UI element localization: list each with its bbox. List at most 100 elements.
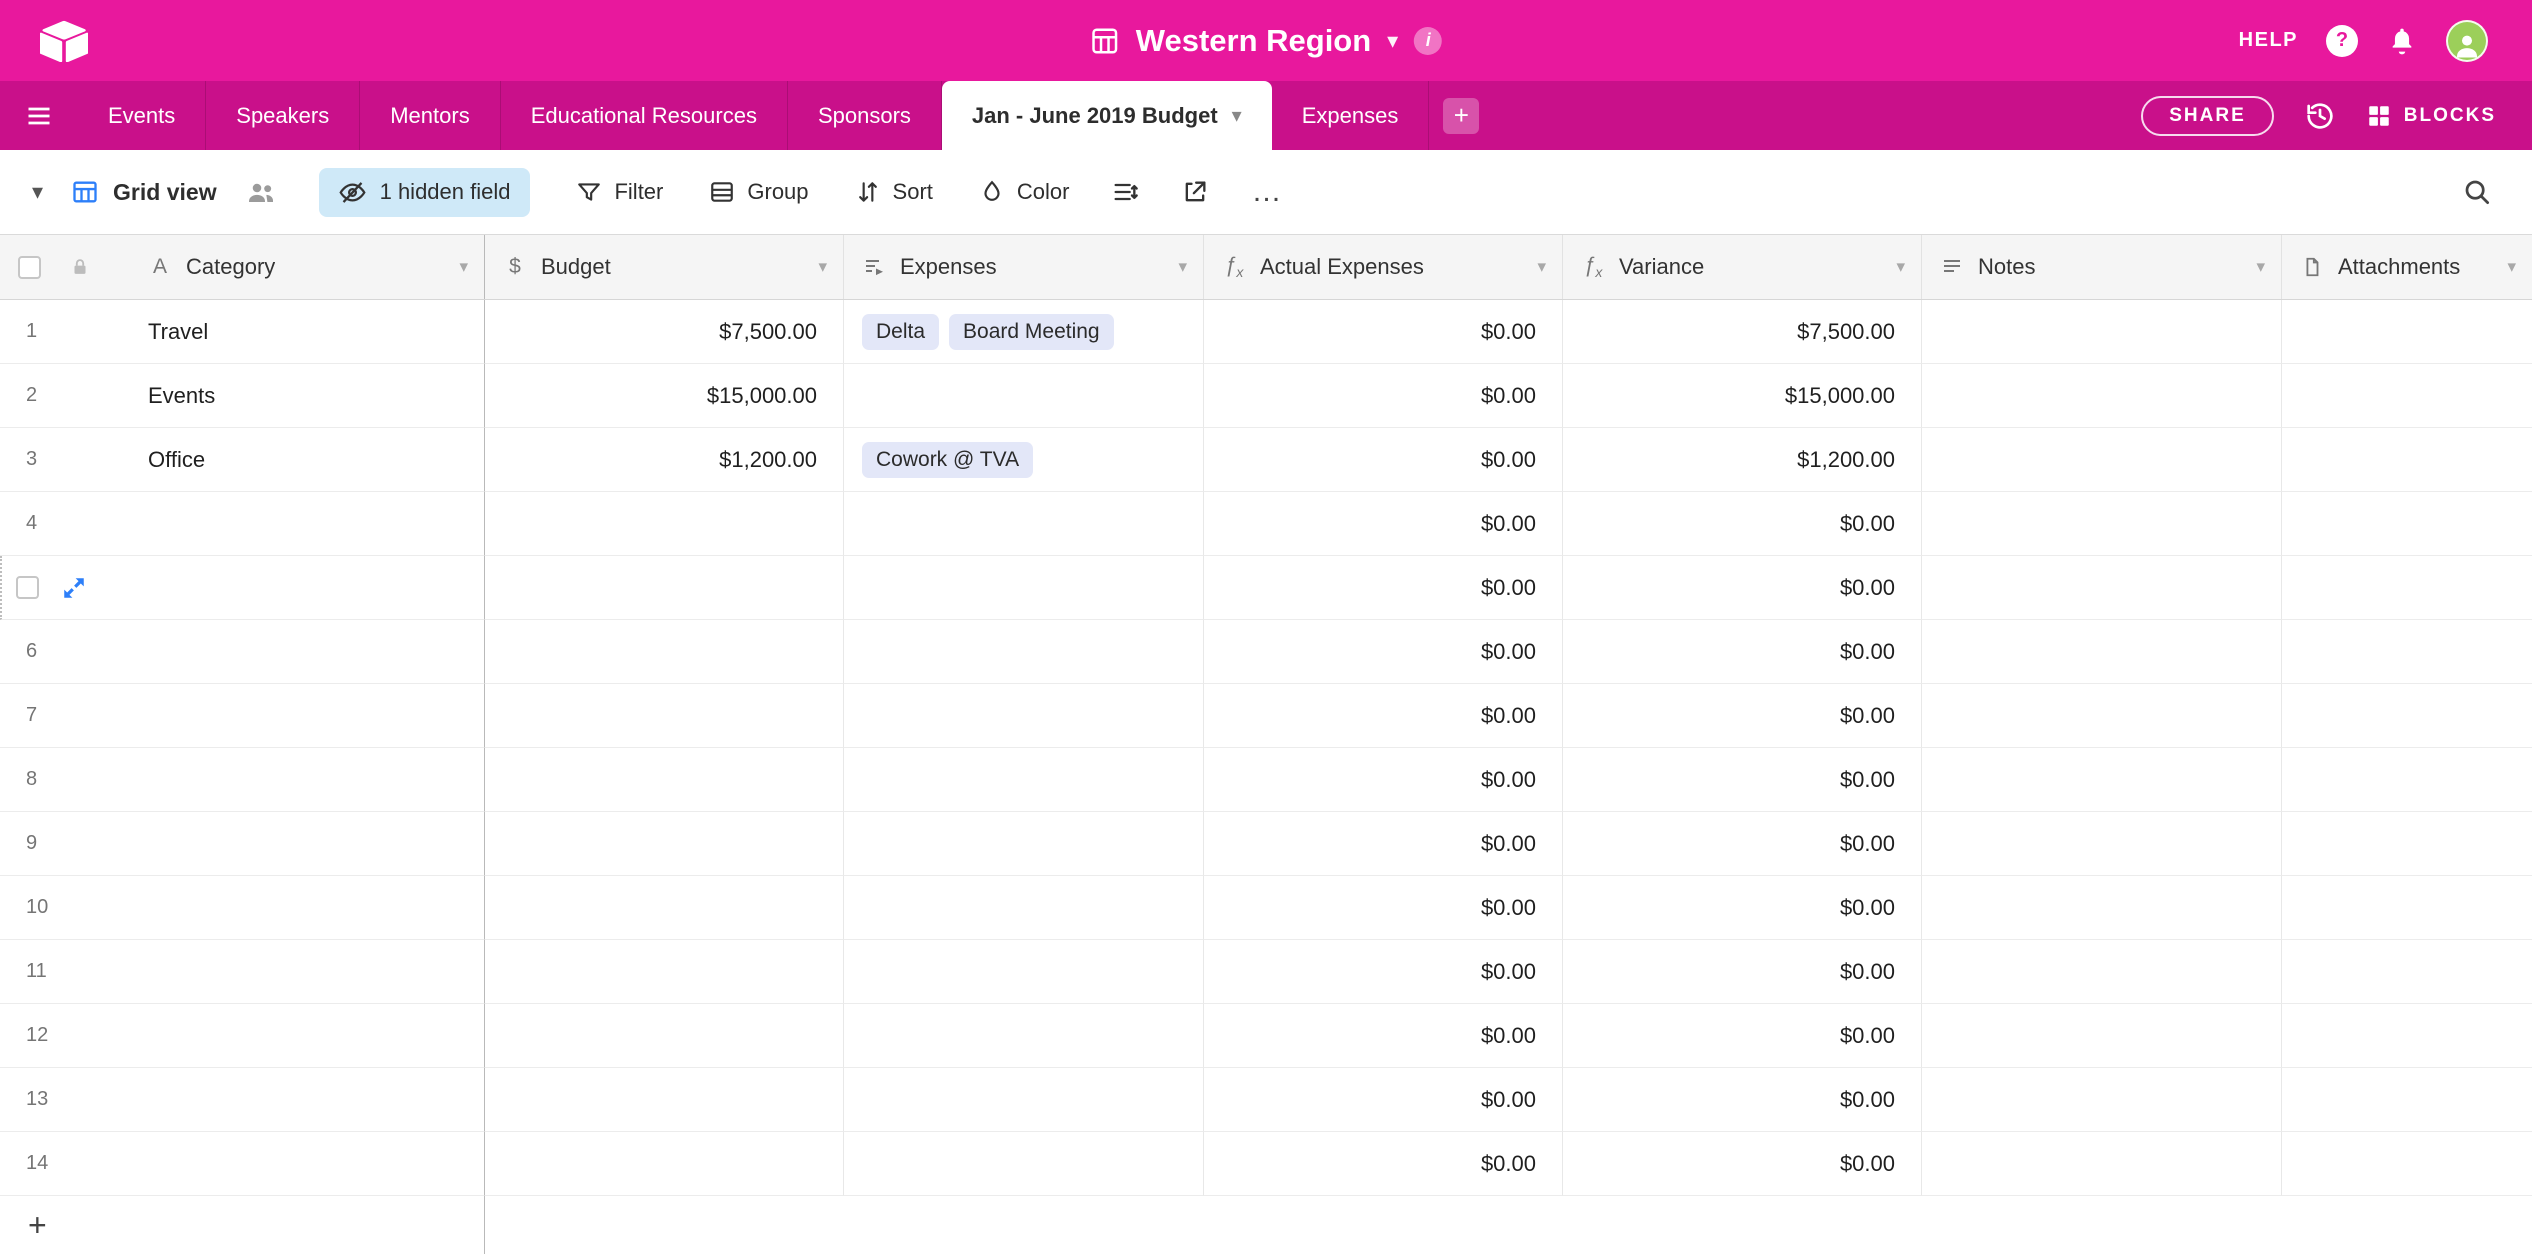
row-number-cell[interactable]: 2 (0, 364, 130, 428)
column-header-notes[interactable]: Notes▾ (1922, 235, 2282, 299)
cell-actual-expenses[interactable]: $0.00 (1204, 620, 1563, 684)
cell-expenses[interactable] (844, 684, 1204, 748)
share-view-icon[interactable] (1181, 178, 1209, 206)
filter-button[interactable]: Filter (576, 179, 663, 205)
cell-notes[interactable] (1922, 620, 2282, 684)
color-button[interactable]: Color (979, 179, 1070, 205)
cell-variance[interactable]: $0.00 (1563, 940, 1922, 1004)
cell-expenses[interactable] (844, 1132, 1204, 1196)
cell-variance[interactable]: $0.00 (1563, 684, 1922, 748)
cell-variance[interactable]: $15,000.00 (1563, 364, 1922, 428)
cell-expenses[interactable] (844, 1004, 1204, 1068)
cell-variance[interactable]: $7,500.00 (1563, 300, 1922, 364)
info-icon[interactable]: i (1414, 27, 1442, 55)
cell-expenses[interactable] (844, 748, 1204, 812)
cell-expenses[interactable]: Cowork @ TVA (844, 428, 1204, 492)
tab-speakers[interactable]: Speakers (206, 81, 360, 150)
hamburger-menu-icon[interactable] (0, 81, 78, 150)
cell-expenses[interactable] (844, 364, 1204, 428)
cell-budget[interactable] (485, 684, 844, 748)
row-checkbox[interactable] (16, 576, 39, 599)
bell-icon[interactable] (2386, 25, 2418, 57)
chevron-down-icon[interactable]: ▾ (1232, 103, 1242, 128)
cell-expenses[interactable] (844, 812, 1204, 876)
cell-expenses[interactable]: DeltaBoard Meeting (844, 300, 1204, 364)
cell-actual-expenses[interactable]: $0.00 (1204, 364, 1563, 428)
cell-budget[interactable] (485, 812, 844, 876)
cell-budget[interactable] (485, 556, 844, 620)
cell-category[interactable] (130, 812, 485, 876)
cell-budget[interactable] (485, 748, 844, 812)
linked-record-pill[interactable]: Cowork @ TVA (862, 442, 1033, 478)
cell-expenses[interactable] (844, 492, 1204, 556)
row-number-cell[interactable]: 13 (0, 1068, 130, 1132)
collaborators-icon[interactable] (245, 176, 277, 208)
cell-variance[interactable]: $0.00 (1563, 1004, 1922, 1068)
add-table-button[interactable]: + (1443, 81, 1479, 150)
view-switcher[interactable]: Grid view (71, 178, 217, 206)
cell-notes[interactable] (1922, 428, 2282, 492)
cell-category[interactable] (130, 1004, 485, 1068)
cell-attachments[interactable] (2282, 940, 2532, 1004)
chevron-down-icon[interactable]: ▾ (2499, 257, 2516, 277)
cell-actual-expenses[interactable]: $0.00 (1204, 492, 1563, 556)
cell-actual-expenses[interactable]: $0.00 (1204, 748, 1563, 812)
cell-expenses[interactable] (844, 556, 1204, 620)
column-header-variance[interactable]: ƒxVariance▾ (1563, 235, 1922, 299)
cell-attachments[interactable] (2282, 556, 2532, 620)
cell-expenses[interactable] (844, 876, 1204, 940)
cell-budget[interactable]: $15,000.00 (485, 364, 844, 428)
cell-variance[interactable]: $0.00 (1563, 812, 1922, 876)
row-number-cell[interactable] (0, 556, 130, 620)
column-header-expenses[interactable]: Expenses▾ (844, 235, 1204, 299)
cell-category[interactable] (130, 492, 485, 556)
row-number-cell[interactable]: 14 (0, 1132, 130, 1196)
chevron-down-icon[interactable]: ▾ (1529, 257, 1546, 277)
cell-notes[interactable] (1922, 940, 2282, 1004)
row-height-button[interactable] (1111, 178, 1139, 206)
row-number-cell[interactable]: 4 (0, 492, 130, 556)
cell-category[interactable] (130, 876, 485, 940)
cell-attachments[interactable] (2282, 1132, 2532, 1196)
cell-budget[interactable] (485, 1068, 844, 1132)
chevron-down-icon[interactable]: ▾ (1888, 257, 1905, 277)
linked-record-pill[interactable]: Board Meeting (949, 314, 1114, 350)
cell-expenses[interactable] (844, 1068, 1204, 1132)
cell-category[interactable]: Office (130, 428, 485, 492)
tab-jan-june-2019-budget[interactable]: Jan - June 2019 Budget▾ (942, 81, 1272, 150)
row-number-cell[interactable]: 7 (0, 684, 130, 748)
add-row-button[interactable]: + (0, 1196, 485, 1254)
expand-record-icon[interactable] (61, 575, 87, 601)
cell-attachments[interactable] (2282, 428, 2532, 492)
cell-category[interactable] (130, 620, 485, 684)
cell-attachments[interactable] (2282, 492, 2532, 556)
cell-variance[interactable]: $0.00 (1563, 748, 1922, 812)
sort-button[interactable]: Sort (855, 179, 933, 205)
chevron-down-icon[interactable]: ▾ (1387, 28, 1398, 54)
row-number-cell[interactable]: 9 (0, 812, 130, 876)
cell-actual-expenses[interactable]: $0.00 (1204, 812, 1563, 876)
help-icon[interactable]: ? (2326, 25, 2358, 57)
cell-category[interactable]: Travel (130, 300, 485, 364)
cell-actual-expenses[interactable]: $0.00 (1204, 1132, 1563, 1196)
cell-attachments[interactable] (2282, 620, 2532, 684)
hidden-fields-button[interactable]: 1 hidden field (319, 168, 531, 217)
tab-events[interactable]: Events (78, 81, 206, 150)
cell-attachments[interactable] (2282, 876, 2532, 940)
row-number-cell[interactable]: 8 (0, 748, 130, 812)
cell-actual-expenses[interactable]: $0.00 (1204, 684, 1563, 748)
cell-variance[interactable]: $0.00 (1563, 1068, 1922, 1132)
chevron-down-icon[interactable]: ▾ (1170, 257, 1187, 277)
cell-budget[interactable] (485, 620, 844, 684)
cell-budget[interactable]: $1,200.00 (485, 428, 844, 492)
cell-notes[interactable] (1922, 684, 2282, 748)
cell-notes[interactable] (1922, 1004, 2282, 1068)
cell-category[interactable] (130, 940, 485, 1004)
row-number-cell[interactable]: 1 (0, 300, 130, 364)
chevron-down-icon[interactable]: ▾ (810, 257, 827, 277)
more-options-button[interactable]: … (1251, 182, 1283, 202)
cell-notes[interactable] (1922, 300, 2282, 364)
help-label[interactable]: HELP (2239, 29, 2298, 52)
cell-actual-expenses[interactable]: $0.00 (1204, 428, 1563, 492)
column-header-category[interactable]: ACategory▾ (130, 235, 485, 299)
